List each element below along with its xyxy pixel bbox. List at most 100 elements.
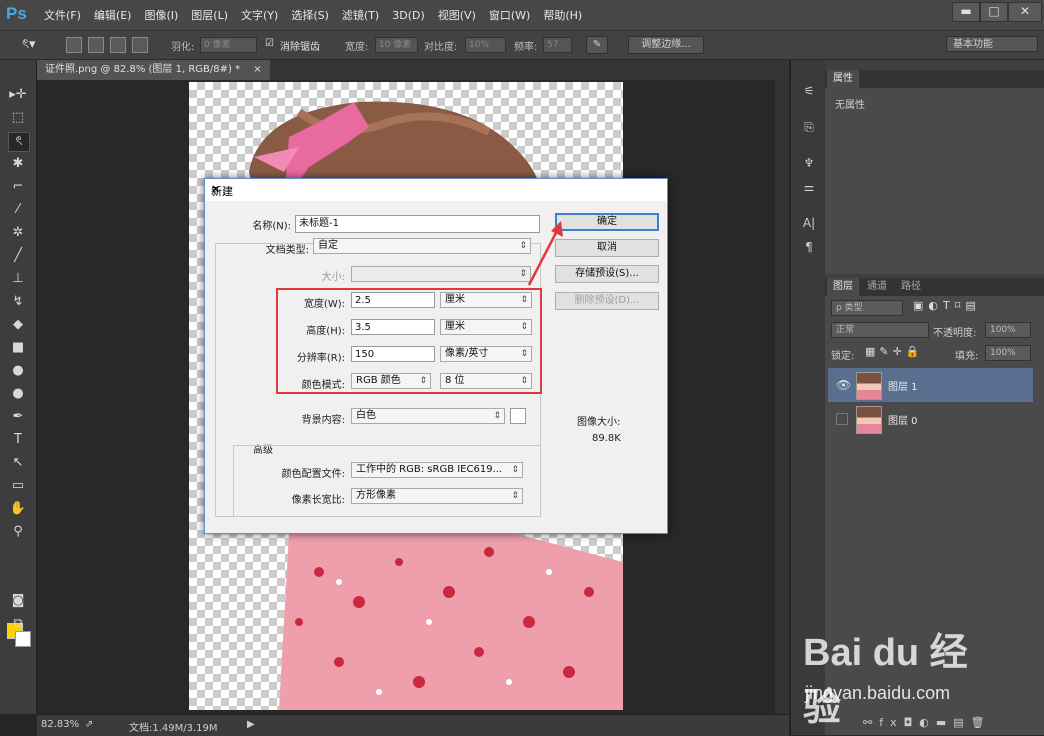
lasso-preset-icon[interactable]: ৎ▾ [22,35,35,56]
move-tool-icon[interactable]: ▸✛ [8,86,28,104]
minimize-button[interactable]: ▬ [952,2,980,22]
magic-wand-tool-icon[interactable]: ✱ [8,155,28,173]
tab-channels[interactable]: 通道 [861,278,893,296]
blur-tool-icon[interactable]: ● [8,362,28,380]
cancel-button[interactable]: 取消 [555,239,659,257]
tab-paths[interactable]: 路径 [895,278,927,296]
height-input[interactable]: 3.5 [351,319,435,335]
layer-kind-filter[interactable]: ρ 类型 [831,300,903,316]
resolution-unit-select[interactable]: 像素/英寸 [440,346,532,362]
width-unit-select[interactable]: 厘米 [440,292,532,308]
ok-button[interactable]: 确定 [555,213,659,231]
menu-layer[interactable]: 图层(L) [191,0,228,30]
menu-view[interactable]: 视图(V) [438,0,476,30]
visibility-toggle-empty[interactable] [836,413,848,425]
vertical-scrollbar[interactable] [775,80,789,714]
lasso-tool-icon[interactable]: ৎ [8,132,30,152]
menu-filter[interactable]: 滤镜(T) [342,0,379,30]
resolution-input[interactable]: 150 [351,346,435,362]
paragraph-panel-icon[interactable]: ¶ [800,238,818,256]
layer-row[interactable]: 👁 图层 1 [828,368,1033,402]
frequency-input[interactable]: 57 [543,37,572,53]
maximize-button[interactable]: □ [980,2,1008,22]
properties-tabs: 属性 [825,70,1044,88]
width-input[interactable]: 10 像素 [375,37,418,53]
history-brush-tool-icon[interactable]: ↯ [8,293,28,311]
marquee-tool-icon[interactable]: ⬚ [8,109,28,127]
gradient-tool-icon[interactable]: ■ [8,339,28,357]
menu-window[interactable]: 窗口(W) [489,0,530,30]
colormode-select[interactable]: RGB 颜色 [351,373,431,389]
dialog-close-icon[interactable]: ✕ [211,183,661,196]
status-arrow-icon[interactable]: ▶ [247,719,255,730]
screen-mode-icon[interactable]: ⧉ [8,615,28,633]
brush-presets-icon[interactable]: ⚌ [800,178,818,196]
menu-image[interactable]: 图像(I) [144,0,178,30]
pen-tool-icon[interactable]: ✒ [8,408,28,426]
background-label: 背景内容: [301,415,345,426]
healing-brush-tool-icon[interactable]: ✲ [8,224,28,242]
character-panel-icon[interactable]: A| [800,214,818,232]
zoom-tool-icon[interactable]: ⚲ [8,523,28,541]
layer-filter-icons[interactable]: ▣◐T⌑▤ [913,299,981,312]
menu-type[interactable]: 文字(Y) [241,0,278,30]
hand-tool-icon[interactable]: ✋ [8,500,28,518]
feather-input[interactable]: 0 像素 [200,37,257,53]
document-tab[interactable]: 证件照.png @ 82.8% (图层 1, RGB/8#) * × [37,60,270,80]
brush-panel-icon[interactable]: ♆ [800,154,818,172]
lock-icons[interactable]: ▦✎✛🔒 [865,345,924,358]
layer-row[interactable]: 图层 0 [828,402,1033,436]
workspace-select[interactable]: 基本功能 [946,36,1038,52]
shape-tool-icon[interactable]: ▭ [8,477,28,495]
tab-properties[interactable]: 属性 [827,70,859,88]
clone-stamp-tool-icon[interactable]: ⊥ [8,270,28,288]
menu-edit[interactable]: 编辑(E) [94,0,132,30]
fill-input[interactable]: 100% [985,345,1031,361]
bitdepth-select[interactable]: 8 位 [440,373,532,389]
visibility-eye-icon[interactable]: 👁 [836,378,851,392]
menu-file[interactable]: 文件(F) [44,0,81,30]
menu-select[interactable]: 选择(S) [291,0,329,30]
pixel-ratio-select[interactable]: 方形像素 [351,488,523,504]
quick-mask-icon[interactable]: ◙ [8,592,28,610]
tab-layers[interactable]: 图层 [827,278,859,296]
blend-mode-select[interactable]: 正常 [831,322,929,338]
crop-tool-icon[interactable]: ⌐ [8,178,28,196]
subtract-selection-icon[interactable] [110,37,126,53]
eraser-tool-icon[interactable]: ◆ [8,316,28,334]
name-input[interactable]: 未标题-1 [295,215,540,233]
background-select[interactable]: 白色 [351,408,505,424]
size-select[interactable] [351,266,531,282]
history-panel-icon[interactable]: ⚟ [800,82,818,100]
contrast-input[interactable]: 10% [465,37,506,53]
brush-tool-icon[interactable]: ╱ [8,247,28,265]
close-window-button[interactable]: ✕ [1008,2,1042,22]
eyedropper-tool-icon[interactable]: ⁄ [8,201,28,219]
menu-3d[interactable]: 3D(D) [392,0,425,30]
path-selection-tool-icon[interactable]: ↖ [8,454,28,472]
delete-preset-button[interactable]: 删除预设(D)... [555,292,659,310]
background-color-preview[interactable] [510,408,526,424]
document-tab-close[interactable]: × [253,64,261,75]
export-icon[interactable]: ⇗ [85,719,93,730]
width-input[interactable]: 2.5 [351,292,435,308]
zoom-level[interactable]: 82.83% [41,719,79,730]
actions-panel-icon[interactable]: ⎘ [800,118,818,136]
intersect-selection-icon[interactable] [132,37,148,53]
save-preset-button[interactable]: 存储预设(S)... [555,265,659,283]
new-selection-icon[interactable] [66,37,82,53]
pen-pressure-icon[interactable]: ✎ [586,36,608,54]
background-color-swatch[interactable] [15,631,31,647]
height-unit-select[interactable]: 厘米 [440,319,532,335]
refine-edge-button[interactable]: 调整边缘... [628,36,704,54]
properties-empty-text: 无属性 [835,100,865,111]
menu-help[interactable]: 帮助(H) [543,0,582,30]
dodge-tool-icon[interactable]: ● [8,385,28,403]
contrast-label: 对比度: [424,42,458,53]
add-selection-icon[interactable] [88,37,104,53]
antialias-checkbox-icon[interactable]: ☑ [265,38,274,49]
color-profile-select[interactable]: 工作中的 RGB: sRGB IEC619... [351,462,523,478]
type-tool-icon[interactable]: T [8,431,28,449]
doctype-select[interactable]: 自定 [313,238,531,254]
opacity-input[interactable]: 100% [985,322,1031,338]
